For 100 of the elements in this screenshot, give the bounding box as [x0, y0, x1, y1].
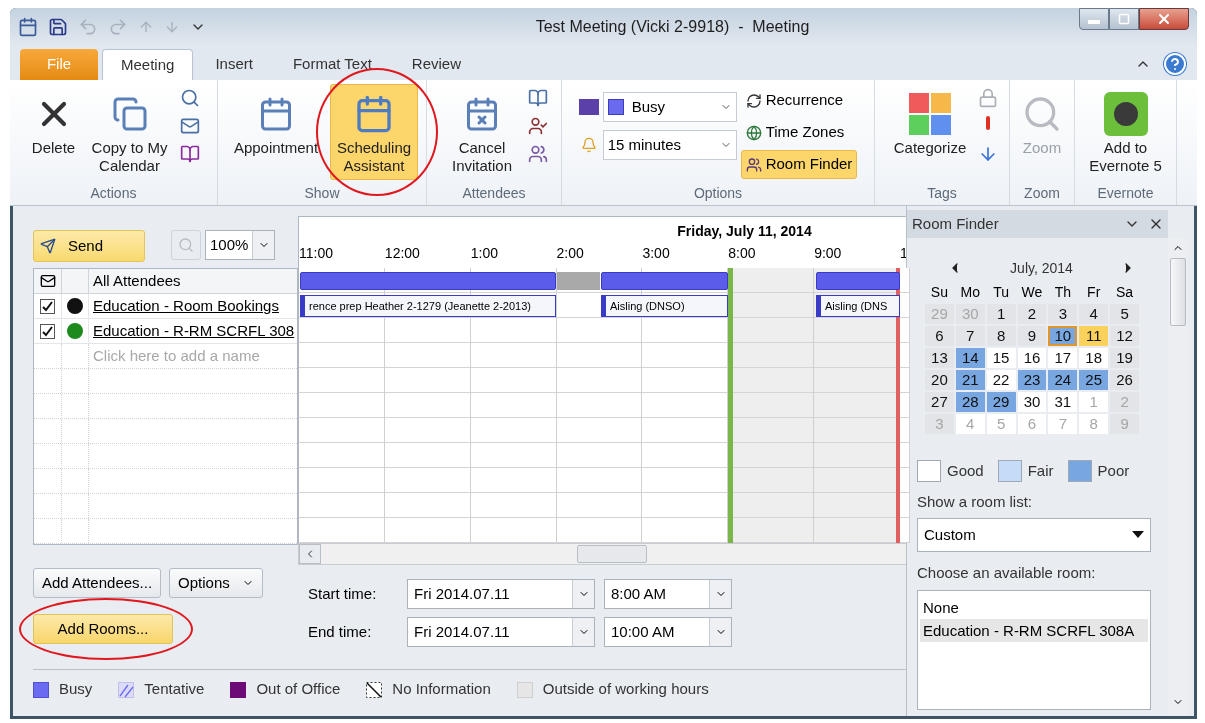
ribbon-button[interactable]: Add to Evernote 5 — [1078, 84, 1173, 180]
send-button[interactable]: Send — [33, 230, 145, 262]
busy-swatch-icon — [33, 681, 49, 698]
group-label: Options — [692, 184, 744, 203]
ribbon-button[interactable]: Scheduling Assistant — [330, 84, 418, 180]
calendar-day[interactable]: 17 — [1048, 348, 1078, 368]
ribbon-button[interactable]: Appointment — [226, 84, 326, 180]
no-info-swatch-icon — [366, 681, 383, 698]
event-block[interactable]: rence prep Heather 2-1279 (Jeanette 2-2013) — [300, 294, 556, 317]
calendar-day[interactable]: 4 — [1079, 304, 1109, 324]
key-label: Poor — [1097, 461, 1130, 481]
calendar-day[interactable]: 16 — [1017, 348, 1047, 368]
recurrence-icon — [745, 92, 762, 109]
time-field[interactable]: 8:00 AM — [604, 579, 732, 609]
group-label: Actions — [89, 184, 138, 203]
recurrence-button[interactable]: Recurrence — [740, 86, 858, 115]
scroll-thumb[interactable] — [1170, 258, 1186, 326]
event-block[interactable]: Aisling (DNS — [816, 294, 900, 317]
calendar-day[interactable]: 28 — [955, 392, 985, 412]
key-label: Fair — [1027, 461, 1054, 481]
calendar-day[interactable]: 23 — [1017, 370, 1047, 390]
ribbon-button[interactable]: Copy to My Calendar — [83, 84, 176, 180]
scroll-left-button[interactable] — [299, 544, 321, 564]
minimize-button[interactable] — [1079, 8, 1109, 30]
calendar-day[interactable]: 9 — [1017, 326, 1047, 346]
ribbon-button[interactable]: Cancel Invitation — [440, 84, 524, 180]
hour-label: 3:00 — [642, 245, 670, 261]
calendar-day[interactable]: 2 — [1017, 304, 1047, 324]
add-attendees-button[interactable]: Add Attendees... — [33, 568, 162, 598]
person-check-icon[interactable] — [528, 116, 548, 136]
event-block[interactable]: Aisling (DNSO) — [601, 294, 728, 317]
calendar-day[interactable]: 6 — [925, 326, 954, 346]
tentative-swatch-icon — [118, 681, 135, 698]
calendar-app-icon[interactable] — [18, 17, 38, 37]
attendee-name[interactable]: Education - R-RM SCRFL 308 — [89, 319, 297, 343]
calendar-day[interactable]: 7 — [955, 326, 985, 346]
maximize-icon — [1118, 13, 1130, 25]
send-icon — [40, 238, 56, 254]
calendar-day[interactable]: 22 — [986, 370, 1016, 390]
calendar-day[interactable]: 25 — [1079, 370, 1109, 390]
date-field[interactable]: Fri 2014.07.11 — [407, 617, 595, 647]
attendee-checkbox[interactable] — [40, 323, 55, 339]
time-field[interactable]: 10:00 AM — [604, 617, 732, 647]
caret-icon — [1132, 531, 1144, 539]
calendar-day[interactable]: 24 — [1048, 370, 1078, 390]
room-finder-button[interactable]: Room Finder — [740, 150, 858, 179]
calendar-day[interactable]: 21 — [955, 370, 985, 390]
room-icon — [67, 323, 83, 339]
calendar-day[interactable]: 5 — [1110, 304, 1139, 324]
group-label: Tags — [926, 184, 958, 203]
calendar-day[interactable]: 3 — [1048, 304, 1078, 324]
close-button[interactable] — [1139, 8, 1189, 30]
room-item[interactable]: None — [920, 595, 1148, 619]
calendar-day[interactable]: 19 — [1110, 348, 1139, 368]
calendar-day[interactable]: 18 — [1079, 348, 1109, 368]
month-title: July, 2014 — [1010, 258, 1073, 278]
options-dropdown-button[interactable]: Options — [169, 568, 263, 598]
notebook-icon[interactable] — [179, 144, 200, 164]
ribbon-tab[interactable]: Review — [393, 49, 479, 80]
calendar-day[interactable]: 15 — [986, 348, 1016, 368]
save-icon[interactable] — [48, 17, 68, 37]
hour-label: 11:00 — [299, 245, 333, 261]
calendar-day[interactable]: 14 — [955, 348, 985, 368]
calendar-day[interactable]: 8 — [986, 326, 1016, 346]
attendee-name[interactable]: Education - Room Bookings — [89, 294, 297, 318]
ribbon-tab[interactable]: Meeting — [102, 49, 194, 80]
help-icon[interactable] — [1163, 52, 1187, 76]
ribbon-button[interactable]: Categorize — [886, 84, 974, 180]
add-rooms-button[interactable]: Add Rooms... — [33, 614, 173, 644]
calendar-day[interactable]: 20 — [925, 370, 954, 390]
calendar-day[interactable]: 1 — [986, 304, 1016, 324]
copy-calendar-icon — [111, 96, 148, 132]
calendar-day[interactable]: 26 — [1110, 370, 1139, 390]
ribbon-tab[interactable]: Insert — [197, 49, 271, 80]
room-list-dropdown[interactable]: Custom — [917, 518, 1151, 552]
search-icon[interactable] — [179, 88, 200, 108]
magnifier-icon — [1022, 94, 1062, 134]
calendar-day[interactable]: 30 — [1017, 392, 1047, 412]
room-item[interactable]: Education - R-RM SCRFL 308A — [920, 618, 1148, 642]
time-zones-button[interactable]: Time Zones — [740, 118, 858, 147]
show-as-dropdown[interactable]: Busy — [602, 92, 737, 122]
busy-swatch-icon — [607, 99, 624, 115]
maximize-button[interactable] — [1109, 8, 1139, 30]
ribbon-button[interactable]: Delete — [27, 84, 80, 180]
calendar-day[interactable]: 31 — [1048, 392, 1078, 412]
zoom-dropdown[interactable]: 100% — [205, 230, 276, 260]
address-book-icon[interactable] — [528, 88, 548, 108]
calendar-day[interactable]: 12 — [1110, 326, 1139, 346]
date-field[interactable]: Fri 2014.07.11 — [407, 579, 595, 609]
attendee-checkbox[interactable] — [40, 298, 55, 314]
calendar-day[interactable]: 10 — [1048, 326, 1078, 346]
scroll-thumb[interactable] — [577, 545, 647, 563]
calendar-day[interactable]: 29 — [986, 392, 1016, 412]
envelope-icon[interactable] — [179, 116, 200, 136]
calendar-day[interactable]: 11 — [1079, 326, 1109, 346]
calendar-day[interactable]: 27 — [925, 392, 954, 412]
calendar-day[interactable]: 13 — [925, 348, 954, 368]
close-icon — [1156, 11, 1172, 27]
reminder-dropdown[interactable]: 15 minutes — [602, 130, 737, 160]
ribbon-tab[interactable]: Format Text — [274, 49, 390, 80]
